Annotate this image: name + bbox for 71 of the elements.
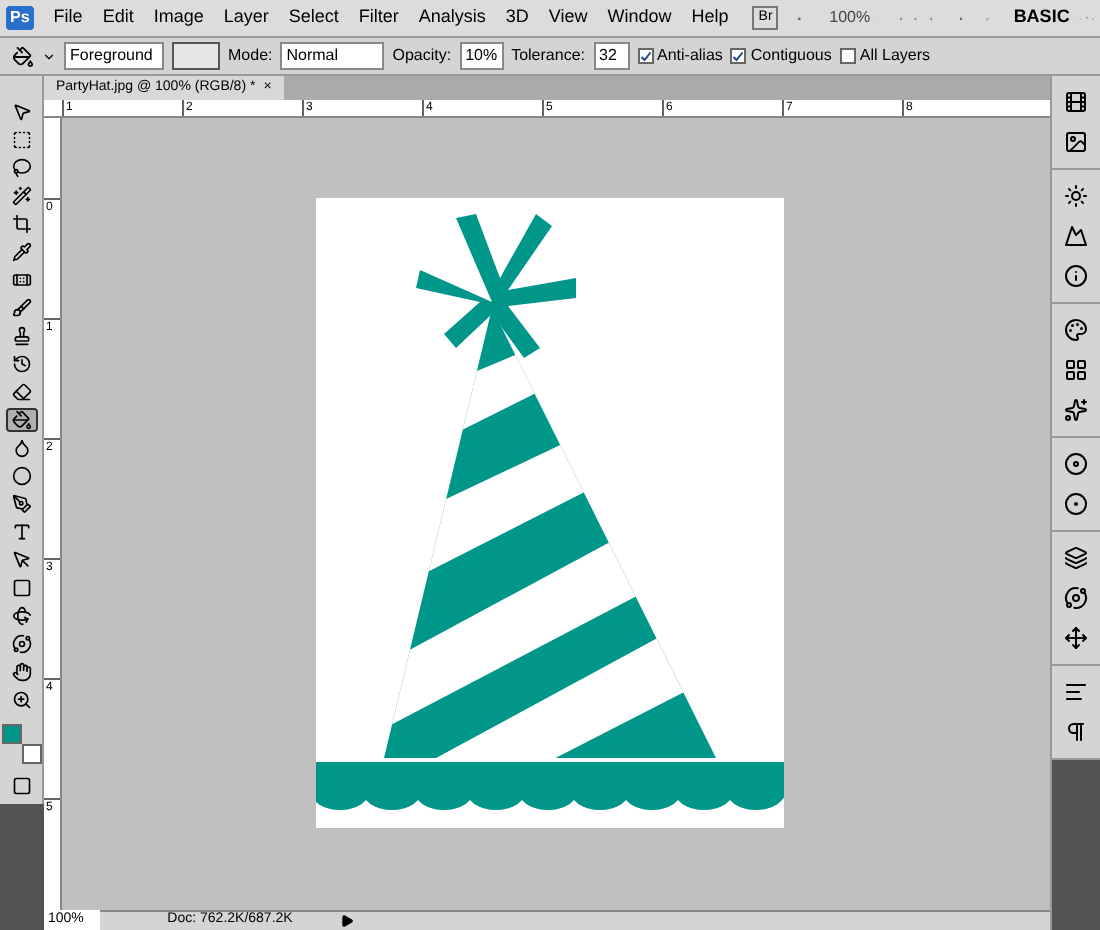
pen-icon — [11, 494, 31, 514]
info-icon[interactable] — [1064, 264, 1088, 288]
hand-icon — [11, 662, 31, 682]
mode-dropdown[interactable]: Normal — [280, 42, 385, 70]
fill-source-dropdown[interactable]: Foreground — [64, 42, 164, 70]
tolerance-label: Tolerance: — [511, 44, 585, 68]
app-logo[interactable]: Ps — [6, 6, 34, 30]
menu-item[interactable]: Edit — [94, 4, 142, 32]
foreground-color-swatch[interactable] — [1, 724, 21, 744]
menu-item[interactable]: Select — [280, 4, 347, 32]
text-tool-icon — [11, 522, 31, 542]
square-icon — [11, 578, 31, 598]
menu-item[interactable]: File — [45, 4, 91, 32]
droplet-icon — [11, 438, 31, 458]
pipette-icon — [11, 242, 31, 262]
menu-item[interactable]: 3D — [497, 4, 537, 32]
brush-icon — [11, 298, 31, 318]
background-color-swatch[interactable] — [21, 744, 41, 764]
paint-bucket-icon[interactable] — [12, 45, 34, 67]
zoom-dropdown[interactable]: 100% — [829, 6, 871, 30]
orbit-icon — [11, 634, 31, 654]
sparkle-icon[interactable] — [1064, 398, 1088, 422]
tolerance-field[interactable]: 32 — [593, 42, 629, 70]
orbit-icon[interactable] — [1064, 586, 1088, 610]
checkbox-label: Contiguous — [750, 44, 832, 68]
image-icon[interactable] — [1064, 130, 1088, 154]
mountain-icon[interactable] — [1064, 224, 1088, 248]
text-align-icon[interactable] — [1064, 680, 1088, 704]
circle-icon — [11, 466, 31, 486]
checkbox[interactable] — [839, 48, 856, 64]
checkbox[interactable] — [637, 48, 653, 64]
tool-button[interactable] — [5, 408, 37, 432]
paint-bucket-icon — [11, 410, 31, 430]
menu-item[interactable]: Image — [145, 4, 212, 32]
eraser-icon — [11, 382, 31, 402]
zoom-icon — [11, 690, 31, 710]
opacity-label: Opacity: — [392, 44, 452, 68]
bandage-icon — [11, 270, 31, 290]
menu-item[interactable]: Analysis — [410, 4, 494, 32]
mode-label: Mode: — [228, 44, 273, 68]
opacity-field[interactable]: 10% — [459, 42, 504, 70]
grid-icon[interactable] — [1064, 358, 1088, 382]
crop-icon — [11, 214, 31, 234]
pilcrow-icon[interactable] — [1064, 720, 1088, 744]
wand-icon — [11, 186, 31, 206]
pattern-swatch[interactable] — [172, 42, 220, 70]
menu-item[interactable]: Layer — [215, 4, 277, 32]
disc-icon[interactable] — [1064, 452, 1088, 476]
arrow-cursor-icon — [11, 102, 31, 122]
stamp-icon — [11, 326, 31, 346]
workspace-switcher[interactable]: BASIC — [1013, 4, 1070, 32]
circle-dot-icon[interactable] — [1064, 492, 1088, 516]
pointer-icon — [11, 550, 31, 570]
layers-icon[interactable] — [1064, 546, 1088, 570]
lasso-icon — [11, 158, 31, 178]
palette-icon[interactable] — [1064, 318, 1088, 342]
play-icon[interactable] — [340, 914, 354, 928]
history-icon — [11, 354, 31, 374]
quick-mask-icon[interactable] — [11, 776, 31, 796]
sun-icon[interactable] — [1064, 184, 1088, 208]
menu-item[interactable]: View — [540, 4, 596, 32]
checkbox[interactable] — [730, 48, 747, 64]
menu-item[interactable]: Help — [683, 4, 737, 32]
caret-icon — [42, 49, 56, 63]
checkbox-label: Anti-alias — [657, 44, 723, 68]
rotate-3d-icon — [11, 606, 31, 626]
menu-item[interactable]: Filter — [350, 4, 407, 32]
menu-item[interactable]: Window — [599, 4, 680, 32]
dashed-square-icon — [11, 130, 31, 150]
move-icon[interactable] — [1064, 626, 1088, 650]
checkbox-label: All Layers — [859, 44, 931, 68]
